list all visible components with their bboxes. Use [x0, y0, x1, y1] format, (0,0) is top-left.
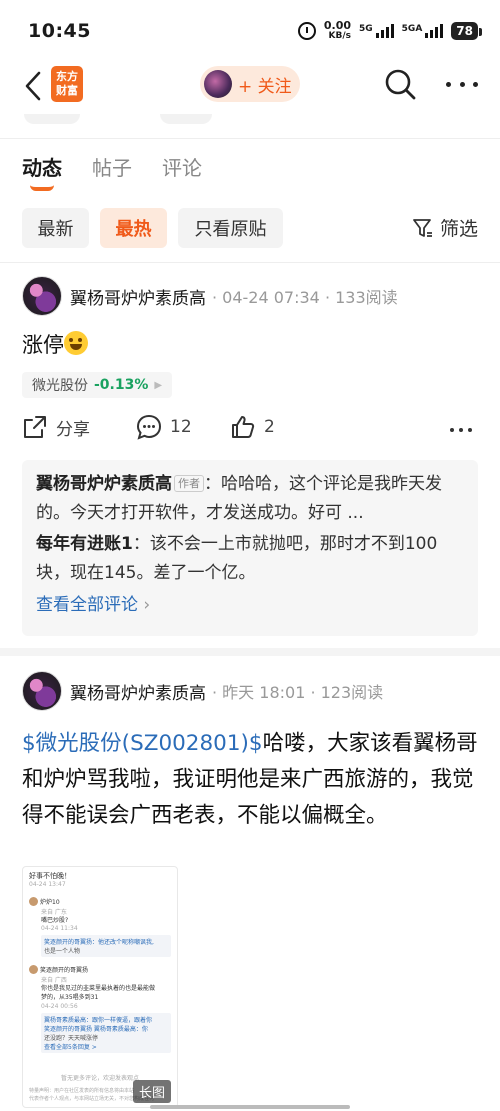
top-nav: 东方 财富 + 关注 — [0, 62, 500, 110]
more-icon[interactable] — [450, 428, 472, 432]
follow-label: + 关注 — [238, 76, 292, 97]
laughing-emoji-icon — [64, 331, 88, 355]
signal-5ga-icon: 5GA — [402, 24, 444, 38]
status-time: 10:45 — [28, 20, 91, 42]
long-image-badge: 长图 — [132, 1080, 171, 1103]
filter-button[interactable]: 筛选 — [412, 214, 478, 241]
post-actions: 分享 12 2 — [22, 414, 478, 446]
more-icon[interactable] — [446, 72, 478, 96]
commenter-name[interactable]: 每年有进账1 — [36, 534, 133, 554]
author-badge: 作者 — [174, 475, 204, 492]
view-all-comments-link[interactable]: 查看全部评论 › — [36, 590, 464, 615]
signal-5g-icon: 5G — [359, 24, 394, 38]
chevron-right-icon: › — [143, 595, 151, 615]
filter-label: 筛选 — [439, 218, 478, 240]
divider — [0, 138, 500, 139]
post-meta: · 04-24 07:34 · 133阅读 — [212, 288, 398, 307]
post-image-thumbnail[interactable]: 好事不怕晚！ 04-24 13:47 炉炉10 来自 广东 嘴巴炒股? 04-2… — [22, 866, 178, 1108]
comment-item: 每年有进账1：该不会一上市就抛吧，那时才不到100块，现在145。差了一个亿。 — [36, 530, 464, 588]
home-indicator — [150, 1105, 350, 1109]
share-button[interactable]: 分享 — [22, 414, 90, 440]
chip-original-only[interactable]: 只看原贴 — [178, 208, 283, 248]
tab-dynamics[interactable]: 动态 — [22, 152, 62, 181]
comment-item: 翼杨哥炉炉素质高 作者 ：哈哈哈，这个评论是我昨天发的。今天才打开软件，才发送成功。… — [36, 470, 464, 528]
post-header: 翼杨哥炉炉素质高 · 昨天 18:01 · 123阅读 — [22, 671, 482, 711]
comment-button[interactable]: 12 — [136, 414, 192, 440]
filter-bar: 最新 最热 只看原贴 筛选 — [0, 208, 500, 248]
comment-preview[interactable]: 翼杨哥炉炉素质高 作者 ：哈哈哈，这个评论是我昨天发的。今天才打开软件，才发送成功。… — [22, 460, 478, 636]
chevron-left-icon — [25, 71, 41, 101]
post-body[interactable]: 涨停 — [22, 328, 88, 362]
search-icon[interactable] — [384, 68, 416, 100]
post-header: 翼杨哥炉炉素质高 · 04-24 07:34 · 133阅读 — [22, 276, 482, 316]
battery-icon: 78 — [451, 22, 482, 40]
chip-hot[interactable]: 最热 — [100, 208, 167, 248]
tab-posts[interactable]: 帖子 — [92, 152, 132, 181]
thumbs-up-icon — [232, 416, 255, 438]
content-tabs: 动态 帖子 评论 — [0, 152, 500, 192]
commenter-name[interactable]: 翼杨哥炉炉素质高 — [36, 474, 172, 494]
network-speed: 0.00 KB/s — [323, 19, 352, 41]
stock-link[interactable]: $微光股份(SZ002801)$ — [22, 731, 263, 756]
avatar[interactable] — [22, 671, 62, 711]
active-tab-indicator — [30, 185, 54, 191]
divider — [0, 262, 500, 263]
share-icon — [24, 416, 46, 438]
like-button[interactable]: 2 — [230, 414, 275, 440]
filter-icon — [413, 218, 432, 237]
post-meta: · 昨天 18:01 · 123阅读 — [212, 683, 384, 702]
comment-icon — [136, 414, 162, 440]
status-icons: 0.00 KB/s 5G 5GA 78 — [297, 19, 482, 41]
author-name[interactable]: 翼杨哥炉炉素质高 — [70, 679, 206, 704]
stock-name: 微光股份 — [32, 378, 88, 394]
chip-latest[interactable]: 最新 — [22, 208, 89, 248]
alarm-icon — [297, 22, 316, 40]
back-button[interactable] — [18, 68, 48, 104]
stock-tag[interactable]: 微光股份 -0.13% ▶ — [22, 372, 173, 398]
post-body[interactable]: $微光股份(SZ002801)$哈喽，大家该看翼杨哥和炉炉骂我啦，我证明他是来广… — [22, 726, 482, 834]
post-divider — [0, 648, 500, 656]
collapsed-header-remnant — [0, 112, 500, 126]
stock-change: -0.13% — [94, 377, 149, 393]
author-name[interactable]: 翼杨哥炉炉素质高 — [70, 284, 206, 309]
eastmoney-logo: 东方 财富 — [51, 66, 83, 102]
status-bar: 10:45 0.00 KB/s 5G 5GA 78 — [0, 0, 500, 62]
avatar[interactable] — [22, 276, 62, 316]
tab-comments[interactable]: 评论 — [162, 152, 202, 181]
follow-button[interactable]: + 关注 — [200, 66, 300, 102]
avatar — [204, 70, 232, 98]
chevron-right-icon: ▶ — [154, 379, 163, 391]
